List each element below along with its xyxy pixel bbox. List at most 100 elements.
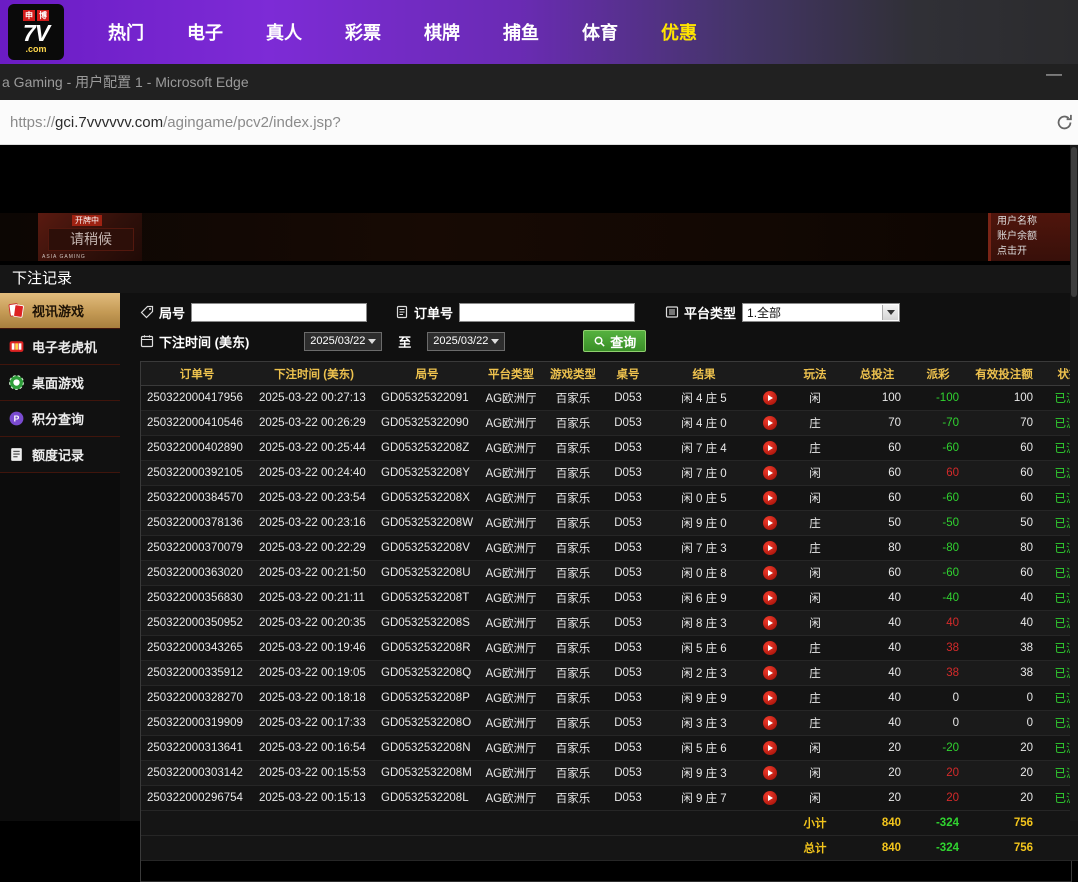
brand-logo[interactable]: 申 博 7V .com <box>8 4 64 60</box>
payout-cell: -40 <box>909 586 967 611</box>
time-cell: 2025-03-22 00:16:54 <box>253 736 375 761</box>
game-type-cell: 百家乐 <box>543 561 603 586</box>
video-cell <box>755 461 785 486</box>
time-cell: 2025-03-22 00:20:35 <box>253 611 375 636</box>
play-video-button[interactable] <box>763 666 777 680</box>
play-video-button[interactable] <box>763 616 777 630</box>
table-row: 2503220002967542025-03-22 00:15:13GD0532… <box>141 786 1078 811</box>
play-video-button[interactable] <box>763 766 777 780</box>
total-bet-cell: 40 <box>845 611 909 636</box>
play-video-button[interactable] <box>763 566 777 580</box>
sidebar-item-table-games[interactable]: 桌面游戏 <box>0 365 120 401</box>
sidebar-item-points[interactable]: P 积分查询 <box>0 401 120 437</box>
play-video-button[interactable] <box>763 541 777 555</box>
game-type-cell: 百家乐 <box>543 686 603 711</box>
menu-item-chess[interactable]: 棋牌 <box>424 19 460 45</box>
play-video-button[interactable] <box>763 491 777 505</box>
table-number-cell: D053 <box>603 511 653 536</box>
play-video-button[interactable] <box>763 691 777 705</box>
search-button[interactable]: 查询 <box>583 330 646 352</box>
play-type-cell: 闲 <box>785 586 845 611</box>
window-title: a Gaming - 用户配置 1 - Microsoft Edge <box>2 72 249 92</box>
page-scrollbar[interactable] <box>1070 145 1078 821</box>
menu-item-lottery[interactable]: 彩票 <box>345 19 381 45</box>
valid-bet-cell: 38 <box>967 636 1041 661</box>
play-video-button[interactable] <box>763 591 777 605</box>
banner-user-panel: 用户名称 账户余额 点击开 <box>988 213 1070 261</box>
menu-item-sports[interactable]: 体育 <box>582 19 618 45</box>
time-cell: 2025-03-22 00:19:05 <box>253 661 375 686</box>
sidebar-item-credit-records[interactable]: 额度记录 <box>0 437 120 473</box>
video-cell <box>755 436 785 461</box>
video-cell <box>755 511 785 536</box>
url-text[interactable]: https://gci.7vvvvvv.com/agingame/pcv2/in… <box>10 114 341 131</box>
summary-valid-bet: 756 <box>967 836 1041 861</box>
menu-item-hot[interactable]: 热门 <box>108 19 144 45</box>
date-from-value: 2025/03/22 <box>310 335 365 347</box>
platform-type-select[interactable]: 1.全部 <box>742 303 900 322</box>
search-button-label: 查询 <box>610 332 636 351</box>
play-video-button[interactable] <box>763 466 777 480</box>
play-video-button[interactable] <box>763 441 777 455</box>
round-number-input[interactable] <box>191 303 367 322</box>
platform-cell: AG欧洲厅 <box>479 736 543 761</box>
play-video-button[interactable] <box>763 516 777 530</box>
payout-cell: -20 <box>909 736 967 761</box>
webpage-viewport: 开牌中 请稍候 ASIA GAMING 用户名称 账户余额 点击开 下注记录 视… <box>0 145 1078 821</box>
content-area: 视讯游戏 电子老虎机 桌面游戏 P 积分查询 <box>0 293 1070 821</box>
filter-row-2: 下注时间 (美东) 2025/03/22 至 2025/03/22 <box>140 330 1060 352</box>
date-to-select[interactable]: 2025/03/22 <box>427 332 505 351</box>
calendar-icon <box>140 334 154 348</box>
table-number-cell: D053 <box>603 736 653 761</box>
column-header: 局号 <box>375 362 479 386</box>
play-video-button[interactable] <box>763 716 777 730</box>
menu-item-promotions[interactable]: 优惠 <box>661 19 697 45</box>
round-cell: GD05325322090 <box>375 411 479 436</box>
sidebar-item-video-games[interactable]: 视讯游戏 <box>0 293 120 329</box>
order-cell: 250322000410546 <box>141 411 253 436</box>
play-video-button[interactable] <box>763 416 777 430</box>
result-cell: 闲 4 庄 5 <box>653 386 755 411</box>
platform-cell: AG欧洲厅 <box>479 636 543 661</box>
table-number-cell: D053 <box>603 661 653 686</box>
sidebar-item-slots[interactable]: 电子老虎机 <box>0 329 120 365</box>
menu-item-live[interactable]: 真人 <box>266 19 302 45</box>
time-cell: 2025-03-22 00:21:11 <box>253 586 375 611</box>
menu-item-fishing[interactable]: 捕鱼 <box>503 19 539 45</box>
platform-cell: AG欧洲厅 <box>479 461 543 486</box>
menu-item-electronic[interactable]: 电子 <box>187 19 223 45</box>
game-type-cell: 百家乐 <box>543 636 603 661</box>
order-number-input[interactable] <box>459 303 635 322</box>
play-type-cell: 庄 <box>785 511 845 536</box>
url-host: gci.7vvvvvv.com <box>55 114 163 131</box>
play-type-cell: 庄 <box>785 436 845 461</box>
total-bet-cell: 40 <box>845 586 909 611</box>
scrollbar-thumb[interactable] <box>1071 147 1077 297</box>
game-type-cell: 百家乐 <box>543 786 603 811</box>
play-type-cell: 庄 <box>785 536 845 561</box>
valid-bet-cell: 38 <box>967 661 1041 686</box>
date-from-select[interactable]: 2025/03/22 <box>304 332 382 351</box>
total-bet-cell: 60 <box>845 561 909 586</box>
play-video-button[interactable] <box>763 791 777 805</box>
result-cell: 闲 7 庄 3 <box>653 536 755 561</box>
summary-label: 总计 <box>785 836 845 861</box>
video-cell <box>755 711 785 736</box>
reload-icon[interactable] <box>1055 113 1074 132</box>
game-type-cell: 百家乐 <box>543 536 603 561</box>
window-title-bar: a Gaming - 用户配置 1 - Microsoft Edge — <box>0 64 1078 100</box>
valid-bet-cell: 40 <box>967 586 1041 611</box>
play-video-button[interactable] <box>763 641 777 655</box>
table-row: 2503220004179562025-03-22 00:27:13GD0532… <box>141 386 1078 411</box>
video-cell <box>755 411 785 436</box>
records-table-wrap: 订单号下注时间 (美东)局号平台类型游戏类型桌号结果玩法总投注派彩有效投注额状态… <box>140 361 1072 882</box>
column-header: 平台类型 <box>479 362 543 386</box>
minimize-button[interactable]: — <box>1046 66 1062 84</box>
payout-cell: 0 <box>909 711 967 736</box>
payout-cell: -60 <box>909 561 967 586</box>
total-bet-cell: 40 <box>845 711 909 736</box>
play-video-button[interactable] <box>763 391 777 405</box>
play-video-button[interactable] <box>763 741 777 755</box>
order-cell: 250322000296754 <box>141 786 253 811</box>
time-cell: 2025-03-22 00:27:13 <box>253 386 375 411</box>
